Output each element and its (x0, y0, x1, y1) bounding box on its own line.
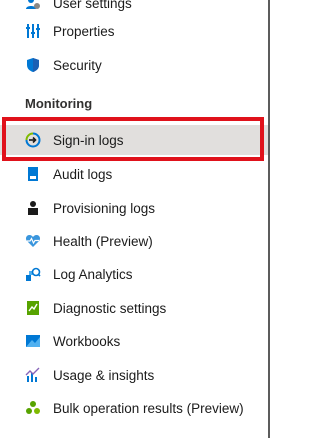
bulk-operation-icon (25, 400, 41, 416)
audit-logs-icon (25, 166, 41, 182)
sign-in-logs-icon (25, 132, 41, 148)
nav-item-properties[interactable]: Properties (0, 16, 268, 46)
usage-insights-icon (25, 367, 41, 383)
provisioning-logs-icon (25, 200, 41, 216)
nav-item-label: Security (53, 57, 102, 73)
diagnostic-settings-icon (25, 300, 41, 316)
properties-icon (25, 23, 41, 39)
content-pane (270, 0, 318, 438)
nav-item-diagnostic-settings[interactable]: Diagnostic settings (0, 293, 268, 323)
user-settings-icon (25, 0, 41, 11)
nav-item-label: Usage & insights (53, 367, 155, 383)
section-header-monitoring: Monitoring (25, 96, 93, 111)
log-analytics-icon (25, 266, 41, 282)
nav-item-security[interactable]: Security (0, 50, 268, 80)
nav-item-label: User settings (53, 0, 132, 11)
nav-item-audit-logs[interactable]: Audit logs (0, 159, 268, 189)
shield-icon (25, 57, 41, 73)
nav-item-label: Bulk operation results (Preview) (53, 400, 244, 416)
nav-item-label: Audit logs (53, 166, 113, 182)
nav-item-workbooks[interactable]: Workbooks (0, 326, 268, 356)
nav-item-label: Health (Preview) (53, 233, 153, 249)
nav-item-label: Workbooks (53, 333, 121, 349)
nav-item-sign-in-logs[interactable]: Sign-in logs (0, 125, 268, 155)
nav-item-label: Log Analytics (53, 266, 133, 282)
nav-item-health[interactable]: Health (Preview) (0, 226, 268, 256)
nav-item-label: Provisioning logs (53, 200, 156, 216)
nav-item-usage-insights[interactable]: Usage & insights (0, 360, 268, 390)
navigation-panel: User settings Properties Security Monito… (0, 0, 268, 438)
nav-item-log-analytics[interactable]: Log Analytics (0, 259, 268, 289)
nav-item-label: Sign-in logs (53, 132, 124, 148)
workbooks-icon (25, 333, 41, 349)
nav-item-label: Diagnostic settings (53, 300, 167, 316)
nav-item-provisioning-logs[interactable]: Provisioning logs (0, 193, 268, 223)
nav-item-label: Properties (53, 23, 115, 39)
nav-item-bulk-operation-results[interactable]: Bulk operation results (Preview) (0, 393, 268, 423)
health-icon (25, 233, 41, 249)
